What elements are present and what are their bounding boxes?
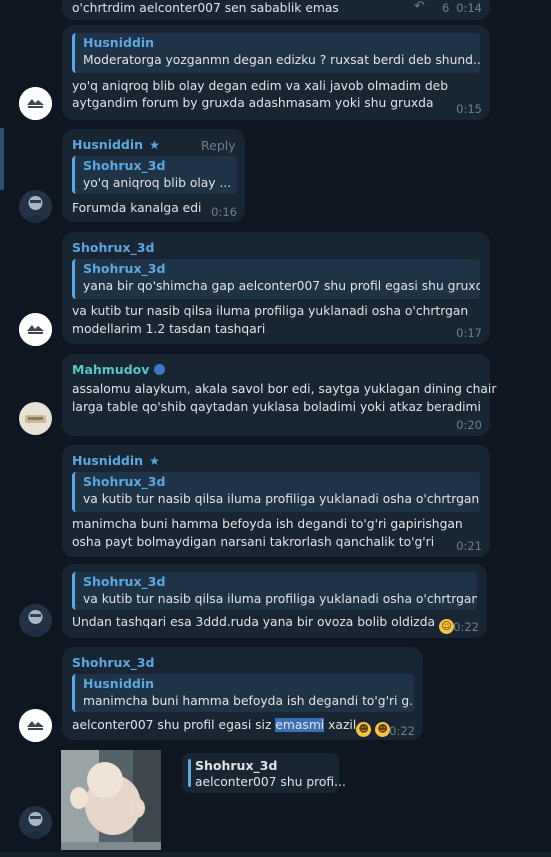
message-text: aelconter007 shu profil egasi siz: [72, 718, 276, 732]
reply-quote[interactable]: Shohrux_3d aelconter007 shu profi...: [182, 753, 346, 793]
reply-quote-text: aelconter007 shu profi...: [195, 775, 346, 789]
message-text: o'chrtrdim aelconter007 sen sabablik ema…: [72, 1, 339, 15]
avatar[interactable]: [19, 709, 52, 742]
message-time: 0:14: [456, 1, 482, 15]
star-icon: ★: [149, 454, 160, 468]
reply-quote-author: Shohrux_3d: [83, 574, 166, 589]
photo-attachment[interactable]: [61, 750, 161, 850]
message-bubble[interactable]: o'chrtrdim aelconter007 sen sabablik ema…: [62, 0, 490, 20]
reply-quote-text: yana bir qo'shimcha gap aelconter007 shu…: [83, 279, 480, 293]
tears-of-joy-emoji: ☻: [356, 722, 372, 737]
message-time: 0:16: [211, 205, 237, 219]
message-bubble[interactable]: Husniddin ★ Reply Shohrux_3d yo'q aniqroq…: [62, 129, 245, 222]
product-avatar-icon: [19, 402, 52, 435]
chat-scroll-indicator: [0, 128, 4, 190]
verified-badge-icon: [154, 364, 166, 375]
message-text-line: manimcha buni hamma befoyda ish degandi …: [72, 517, 463, 531]
message-text: xazil: [324, 718, 357, 732]
reply-quote-author: Shohrux_3d: [195, 758, 278, 773]
reply-quote-text: va kutib tur nasib qilsa iluma profiliga…: [83, 492, 480, 506]
reply-button[interactable]: Reply: [201, 138, 236, 153]
message-text-line: va kutib tur nasib qilsa iluma profiliga…: [72, 304, 469, 318]
reply-quote[interactable]: Husniddin Moderatorga yozganmn degan edi…: [72, 33, 480, 73]
reply-quote-text: manimcha buni hamma befoyda ish degandi …: [83, 694, 414, 708]
message-text-line: Forumda kanalga edi: [72, 201, 202, 215]
sender-name: Mahmudov: [72, 362, 150, 377]
baby-photo-image: [61, 750, 161, 850]
person-avatar-icon: [19, 604, 52, 637]
reply-quote[interactable]: Shohrux_3d va kutib tur nasib qilsa ilum…: [72, 572, 477, 610]
bottom-divider: [0, 852, 551, 857]
message-text-line: aytgandim forum by gruxda adashmasam yok…: [72, 96, 434, 110]
reply-quote[interactable]: Shohrux_3d yana bir qo'shimcha gap aelco…: [72, 259, 480, 299]
message-sender[interactable]: Husniddin ★: [72, 453, 160, 468]
reply-quote-author: Shohrux_3d: [83, 261, 166, 276]
reply-quote[interactable]: Shohrux_3d yo'q aniqroq blib olay ...: [72, 156, 237, 194]
sender-name: Husniddin: [72, 453, 144, 468]
forward-count: 6: [442, 1, 450, 15]
reply-quote-text: va kutib tur nasib qilsa iluma profiliga…: [83, 592, 477, 606]
reply-quote-author: Shohrux_3d: [83, 158, 166, 173]
message-text-line: aelconter007 shu profil egasi siz emasmi…: [72, 715, 391, 737]
avatar[interactable]: [19, 604, 52, 637]
message-sender[interactable]: Shohrux_3d: [72, 655, 154, 670]
message-time: 0:22: [453, 620, 479, 634]
avatar[interactable]: [19, 190, 52, 223]
message-sender[interactable]: Shohrux_3d: [72, 240, 154, 255]
avatar[interactable]: [19, 402, 52, 435]
message-time: 0:21: [456, 539, 482, 553]
message-text-line: modellarim 1.2 tasdan tashqari: [72, 322, 266, 336]
logo-avatar-icon: [19, 87, 52, 120]
reply-quote-bar: [188, 759, 191, 787]
avatar[interactable]: [19, 806, 52, 839]
reply-quote[interactable]: Shohrux_3d va kutib tur nasib qilsa ilum…: [72, 472, 480, 512]
reply-quote-author: Husniddin: [83, 676, 155, 691]
star-icon: ★: [149, 138, 160, 152]
avatar[interactable]: [19, 87, 52, 120]
logo-avatar-icon: [19, 313, 52, 346]
reply-quote-text: yo'q aniqroq blib olay ...: [83, 176, 232, 190]
avatar[interactable]: [19, 313, 52, 346]
message-bubble[interactable]: Husniddin Moderatorga yozganmn degan edi…: [62, 25, 490, 120]
reply-quote-author: Shohrux_3d: [83, 474, 166, 489]
message-text-line: larga table qo'shib qaytadan yuklasa bol…: [72, 400, 481, 414]
smiling-face-emoji: ☺: [439, 619, 454, 634]
message-bubble[interactable]: Husniddin ★ Shohrux_3d va kutib tur nasib…: [62, 445, 490, 557]
person-avatar-icon: [19, 806, 52, 839]
message-text-line: Undan tashqari esa 3ddd.ruda yana bir ov…: [72, 612, 454, 634]
reply-quote-author: Husniddin: [83, 35, 155, 50]
message-bubble[interactable]: Shohrux_3d va kutib tur nasib qilsa ilum…: [62, 564, 487, 638]
message-text-line: osha payt bolmaydigan narsani takrorlash…: [72, 535, 435, 549]
message-time: 0:22: [389, 724, 415, 738]
forward-arrow-icon[interactable]: ↶: [414, 0, 425, 14]
message-sender[interactable]: Husniddin ★: [72, 137, 160, 152]
message-bubble[interactable]: Mahmudov assalomu alaykum, akala savol b…: [62, 354, 496, 436]
reply-quote-text: Moderatorga yozganmn degan edizku ? ruxs…: [83, 53, 480, 67]
person-avatar-icon: [19, 190, 52, 223]
message-text: Undan tashqari esa 3ddd.ruda yana bir ov…: [72, 615, 436, 629]
tears-of-joy-emoji: ☻: [375, 722, 391, 737]
message-text-line: assalomu alaykum, akala savol bor edi, s…: [72, 382, 497, 396]
logo-avatar-icon: [19, 709, 52, 742]
selected-text[interactable]: emasmi: [275, 718, 325, 732]
message-time: 0:17: [456, 326, 482, 340]
reply-quote[interactable]: Husniddin manimcha buni hamma befoyda is…: [72, 674, 414, 712]
message-bubble[interactable]: Shohrux_3d Shohrux_3d yana bir qo'shimch…: [62, 232, 490, 344]
message-time: 0:20: [456, 418, 482, 432]
message-time: 0:15: [456, 102, 482, 116]
message-sender[interactable]: Mahmudov: [72, 362, 166, 377]
sender-name: Husniddin: [72, 137, 144, 152]
message-bubble[interactable]: Shohrux_3d Husniddin manimcha buni hamma…: [62, 647, 423, 740]
